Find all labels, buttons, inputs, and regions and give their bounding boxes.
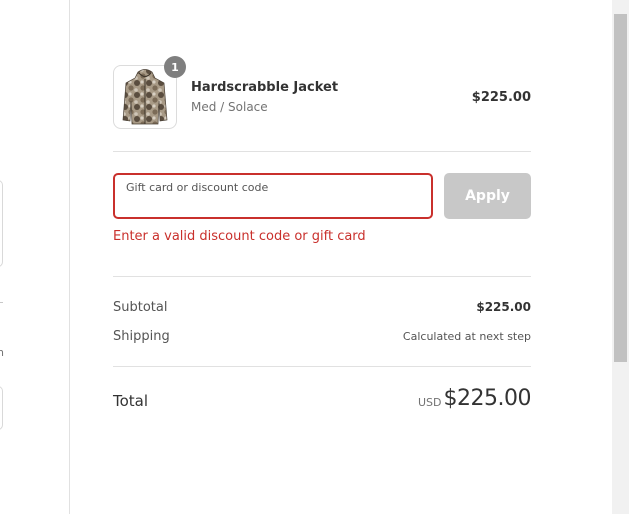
divider bbox=[113, 276, 531, 277]
product-price: $225.00 bbox=[471, 90, 531, 105]
subtotal-label: Subtotal bbox=[113, 300, 168, 315]
form-field-edge[interactable] bbox=[0, 180, 3, 267]
total-currency: USD bbox=[418, 396, 442, 409]
main-content-edge: n bbox=[0, 0, 70, 514]
product-variant: Med / Solace bbox=[191, 100, 268, 114]
cut-off-text: n bbox=[0, 346, 4, 359]
checkout-page: n 1 Hardscrabble Jacket Med / Solace $22… bbox=[0, 0, 629, 514]
camo-jacket-icon bbox=[122, 69, 168, 125]
scrollbar-thumb[interactable] bbox=[614, 14, 627, 362]
discount-code-input[interactable] bbox=[125, 197, 421, 213]
form-field-edge[interactable] bbox=[0, 386, 3, 430]
quantity-badge: 1 bbox=[164, 56, 186, 78]
subtotal-value: $225.00 bbox=[476, 300, 531, 314]
divider-edge bbox=[0, 302, 3, 303]
shipping-value: Calculated at next step bbox=[402, 330, 531, 343]
divider bbox=[113, 366, 531, 367]
apply-button[interactable]: Apply bbox=[444, 173, 531, 219]
discount-code-field[interactable]: Gift card or discount code bbox=[113, 173, 433, 219]
shipping-label: Shipping bbox=[113, 329, 170, 344]
discount-code-label: Gift card or discount code bbox=[126, 181, 269, 194]
total-label: Total bbox=[113, 392, 149, 410]
discount-error-message: Enter a valid discount code or gift card bbox=[113, 229, 366, 244]
total-amount: $225.00 bbox=[443, 386, 532, 411]
divider bbox=[113, 151, 531, 152]
product-name: Hardscrabble Jacket bbox=[191, 80, 339, 95]
